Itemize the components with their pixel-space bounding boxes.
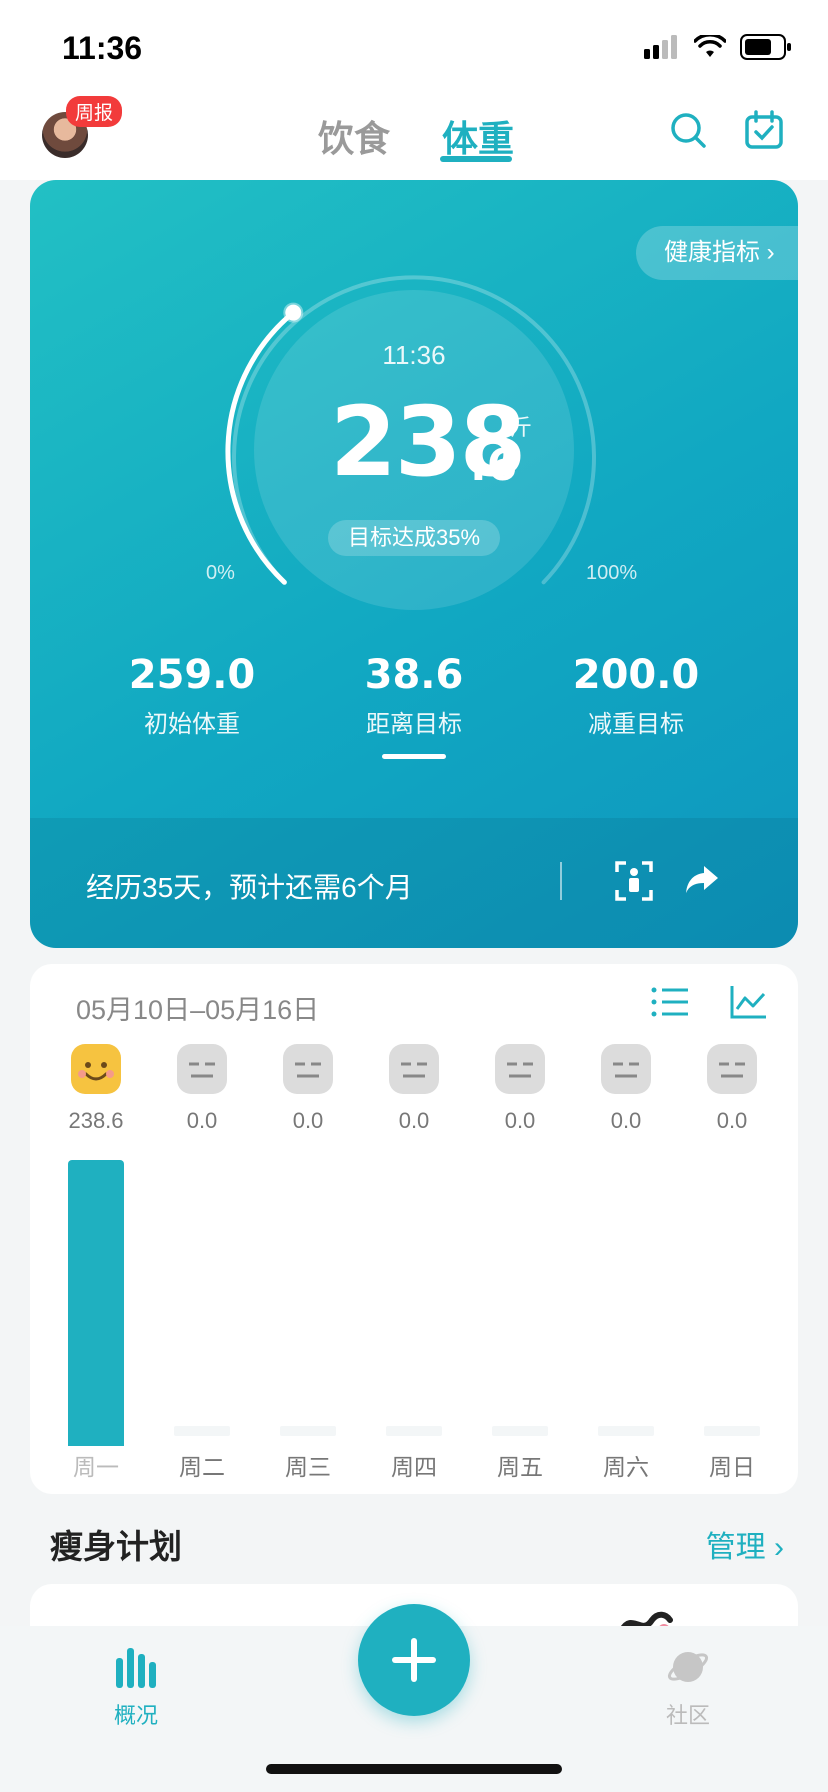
day-label: 周三 bbox=[285, 1454, 331, 1480]
tab-overview-label: 概况 bbox=[113, 1703, 158, 1728]
home-indicator bbox=[266, 1764, 562, 1774]
measurement-time: 11:36 bbox=[382, 340, 446, 370]
stat-selected-indicator bbox=[382, 754, 446, 759]
day-column[interactable]: 0.0 bbox=[162, 1044, 242, 1134]
tab-community-label: 社区 bbox=[665, 1703, 710, 1728]
hero-footer: 经历35天，预计还需6个月 bbox=[30, 818, 798, 948]
day-weight: 0.0 bbox=[398, 1108, 430, 1133]
week-chart-card: 05月10日–05月16日 238.6 0.0 0.0 0.0 0.0 0.0 … bbox=[30, 964, 798, 1494]
top-header: 周报 饮食 体重 bbox=[0, 96, 828, 180]
plan-section-title: 瘦身计划 bbox=[50, 1528, 182, 1565]
day-column[interactable]: 0.0 bbox=[692, 1044, 772, 1134]
weight-bar-empty bbox=[598, 1426, 654, 1436]
signal-icon bbox=[644, 35, 677, 59]
line-chart-icon[interactable] bbox=[730, 984, 768, 1020]
gauge-knob bbox=[283, 302, 304, 323]
search-icon[interactable] bbox=[668, 110, 708, 150]
weight-bar-empty bbox=[492, 1426, 548, 1436]
list-view-icon[interactable] bbox=[650, 984, 690, 1020]
day-column[interactable]: 0.0 bbox=[374, 1044, 454, 1134]
neutral-face-icon bbox=[707, 1044, 757, 1094]
share-icon[interactable] bbox=[684, 862, 720, 896]
tab-food[interactable]: 饮食 bbox=[318, 110, 390, 162]
day-label: 周五 bbox=[497, 1454, 543, 1480]
weight-bar-empty bbox=[174, 1426, 230, 1436]
stat-label: 初始体重 bbox=[144, 711, 240, 738]
status-bar: 11:36 bbox=[0, 0, 828, 96]
current-weight-decimal: .6 bbox=[470, 440, 518, 491]
neutral-face-icon bbox=[601, 1044, 651, 1094]
stat-value: 200.0 bbox=[572, 652, 700, 698]
battery-icon bbox=[740, 34, 791, 60]
weight-bar-empty bbox=[386, 1426, 442, 1436]
day-weight: 0.0 bbox=[610, 1108, 642, 1133]
date-range[interactable]: 05月10日–05月16日 bbox=[76, 988, 319, 1027]
goal-progress-label: 目标达成35% bbox=[328, 520, 500, 556]
footer-divider bbox=[560, 862, 562, 900]
day-weight: 238.6 bbox=[68, 1108, 124, 1133]
day-weight: 0.0 bbox=[292, 1108, 324, 1133]
weight-bar[interactable] bbox=[68, 1160, 124, 1446]
stat-label: 减重目标 bbox=[588, 711, 684, 738]
body-scan-icon[interactable] bbox=[614, 860, 654, 902]
day-label: 周四 bbox=[391, 1454, 437, 1480]
neutral-face-icon bbox=[283, 1044, 333, 1094]
stat-initial-weight: 259.0 初始体重 bbox=[82, 652, 302, 739]
day-column[interactable]: 238.6 bbox=[56, 1044, 136, 1134]
day-weight: 0.0 bbox=[504, 1108, 536, 1133]
tab-overview[interactable]: 概况 bbox=[86, 1646, 186, 1730]
day-label: 周二 bbox=[179, 1454, 225, 1480]
neutral-face-icon bbox=[495, 1044, 545, 1094]
stat-label: 距离目标 bbox=[366, 711, 462, 738]
status-time: 11:36 bbox=[62, 30, 143, 66]
progress-summary: 经历35天，预计还需6个月 bbox=[86, 872, 413, 903]
wifi-icon bbox=[694, 35, 726, 57]
plan-manage-link[interactable]: 管理 › bbox=[706, 1522, 784, 1566]
day-weight: 0.0 bbox=[186, 1108, 218, 1133]
planet-icon bbox=[667, 1652, 709, 1682]
weight-bar-empty bbox=[704, 1426, 760, 1436]
weight-unit: 斤 bbox=[510, 415, 533, 440]
weight-bar-empty bbox=[280, 1426, 336, 1436]
neutral-face-icon bbox=[389, 1044, 439, 1094]
tab-community[interactable]: 社区 bbox=[638, 1646, 738, 1730]
day-label: 周一 bbox=[73, 1454, 119, 1480]
tab-weight[interactable]: 体重 bbox=[442, 110, 514, 162]
gauge-max-label: 100% bbox=[586, 562, 638, 584]
stat-value: 38.6 bbox=[364, 652, 464, 698]
day-weight: 0.0 bbox=[716, 1108, 748, 1133]
day-column[interactable]: 0.0 bbox=[586, 1044, 666, 1134]
day-label: 周日 bbox=[709, 1454, 755, 1480]
weekly-report-badge[interactable]: 周报 bbox=[66, 96, 123, 127]
weight-hero-card: 健康指标 › 11:36 238 .6 斤 目标达成35% 0% 100% 25… bbox=[30, 180, 798, 948]
status-icons bbox=[644, 34, 792, 60]
stat-target-weight: 200.0 减重目标 bbox=[526, 652, 746, 739]
stat-value: 259.0 bbox=[128, 652, 256, 698]
happy-face-icon bbox=[71, 1044, 121, 1094]
neutral-face-icon bbox=[177, 1044, 227, 1094]
day-column[interactable]: 0.0 bbox=[268, 1044, 348, 1134]
gauge-min-label: 0% bbox=[206, 562, 235, 584]
overview-bars-icon bbox=[116, 1648, 156, 1688]
calendar-check-icon[interactable] bbox=[744, 110, 784, 150]
day-column[interactable]: 0.0 bbox=[480, 1044, 560, 1134]
add-record-button[interactable] bbox=[358, 1604, 470, 1716]
stat-distance-to-goal[interactable]: 38.6 距离目标 bbox=[304, 652, 524, 739]
day-label: 周六 bbox=[603, 1454, 649, 1480]
active-tab-indicator bbox=[440, 156, 512, 162]
